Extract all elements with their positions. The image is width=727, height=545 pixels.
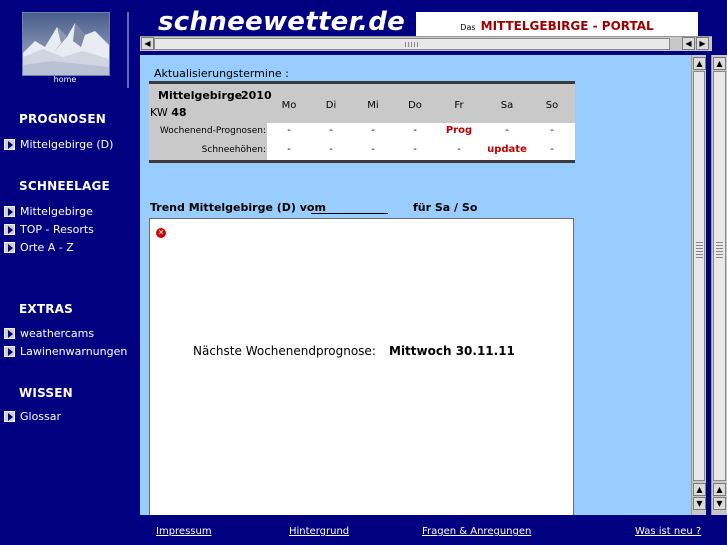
schedule-cell: -	[329, 144, 333, 155]
vertical-scroll-thumb[interactable]	[693, 71, 705, 481]
triangle-right-icon	[4, 410, 15, 422]
sidebar-item-weathercams[interactable]: weathercams	[4, 326, 94, 340]
triangle-right-icon	[4, 327, 15, 339]
sidebar-item-label: weathercams	[20, 326, 95, 340]
scroll-down-icon[interactable]: ▼	[693, 497, 706, 510]
footer-link-hintergrund[interactable]: Hintergrund	[289, 526, 349, 537]
day-header-do: Do	[408, 100, 422, 111]
portal-banner: Das MITTELGEBIRGE - PORTAL	[416, 12, 698, 36]
calendar-week-label: KW	[150, 106, 168, 119]
schedule-cell: -	[550, 125, 554, 136]
portal-title: MITTELGEBIRGE - PORTAL	[480, 19, 654, 33]
scroll-left-icon[interactable]: ◀	[682, 37, 695, 50]
schedule-cell: -	[505, 125, 509, 136]
footer-link-impressum[interactable]: Impressum	[156, 526, 212, 537]
scroll-up-icon[interactable]: ▲	[713, 57, 726, 70]
schedule-cell: -	[413, 125, 417, 136]
horizontal-scroll-thumb[interactable]	[154, 38, 670, 50]
schedule-cell: -	[413, 144, 417, 155]
home-mountain-image[interactable]	[22, 12, 110, 76]
update-link[interactable]: update	[485, 144, 529, 155]
footer: Impressum Hintergrund Fragen & Anregunge…	[140, 517, 727, 545]
update-schedule-table: Mittelgebirge 2010 KW 48 Mo Di Mi Do Fr …	[149, 81, 575, 163]
triangle-right-icon	[4, 138, 15, 150]
trend-date-blank	[311, 213, 388, 214]
sidebar-item-label: Glossar	[20, 409, 62, 423]
triangle-right-icon	[4, 345, 15, 357]
prog-link[interactable]: Prog	[437, 125, 481, 136]
sidebar-item-mittelgebirge-d[interactable]: Mittelgebirge (D)	[4, 137, 113, 151]
window-vertical-scrollbar[interactable]: ▲ ▲ ▼	[711, 55, 727, 515]
mountain-photo-icon	[23, 13, 109, 75]
scroll-down-icon[interactable]: ▼	[713, 497, 726, 510]
trend-panel: ✕ Nächste Wochenendprognose: Mittwoch 30…	[149, 218, 574, 515]
grip-icon	[696, 242, 703, 258]
row-label-wochenend-prognosen: Wochenend-Prognosen:	[159, 126, 266, 136]
logo-divider	[127, 12, 129, 88]
sidebar: home PROGNOSEN Mittelgebirge (D) SCHNEEL…	[0, 0, 139, 545]
day-header-sa: Sa	[500, 100, 514, 111]
day-header-so: So	[545, 100, 559, 111]
footer-link-fragen-anregungen[interactable]: Fragen & Anregungen	[422, 526, 531, 537]
trend-weekend-label: für Sa / So	[413, 201, 478, 214]
vertical-scroll-thumb[interactable]	[713, 71, 726, 481]
trend-title: Trend Mittelgebirge (D) vom	[150, 201, 326, 214]
schedule-cell: -	[329, 125, 333, 136]
sidebar-item-label: Lawinenwarnungen	[20, 344, 128, 358]
schedule-cell: -	[371, 144, 375, 155]
next-forecast-label: Nächste Wochenendprognose:	[193, 344, 376, 358]
schedule-cell: -	[457, 144, 461, 155]
section-title-extras: EXTRAS	[19, 302, 74, 316]
calendar-week: KW 48	[150, 106, 187, 119]
sidebar-item-top-resorts[interactable]: TOP - Resorts	[4, 222, 94, 236]
footer-link-was-ist-neu[interactable]: Was ist neu ?	[635, 526, 701, 537]
schedule-cell: -	[550, 144, 554, 155]
triangle-right-icon	[4, 205, 15, 217]
row-label-schneehoehen: Schneehöhen:	[201, 145, 266, 155]
schedule-region: Mittelgebirge	[158, 89, 243, 102]
portal-prefix: Das	[460, 23, 476, 32]
next-forecast-date: Mittwoch 30.11.11	[389, 344, 515, 358]
grip-icon	[405, 42, 419, 47]
sidebar-item-label: Mittelgebirge (D)	[20, 137, 114, 151]
section-title-wissen: WISSEN	[19, 386, 73, 400]
day-header-mo: Mo	[281, 100, 297, 111]
site-title[interactable]: schneewetter.de	[158, 7, 405, 37]
triangle-right-icon	[4, 241, 15, 253]
sidebar-item-lawinenwarnungen[interactable]: Lawinenwarnungen	[4, 344, 127, 358]
scroll-up-icon[interactable]: ▲	[713, 483, 726, 496]
day-header-fr: Fr	[454, 100, 464, 111]
sidebar-item-label: TOP - Resorts	[20, 222, 94, 236]
sidebar-item-mittelgebirge[interactable]: Mittelgebirge	[4, 204, 93, 218]
sidebar-item-glossar[interactable]: Glossar	[4, 409, 61, 423]
header-horizontal-scrollbar[interactable]: ◀ ◀ ▶	[140, 36, 712, 51]
day-header-mi: Mi	[367, 100, 379, 111]
scroll-up-icon[interactable]: ▲	[693, 57, 706, 70]
sidebar-item-label: Mittelgebirge	[20, 204, 93, 218]
triangle-right-icon	[4, 223, 15, 235]
scroll-right-icon[interactable]: ▶	[696, 37, 709, 50]
content-vertical-scrollbar[interactable]: ▲ ▲ ▼	[691, 55, 706, 515]
update-schedule-caption: Aktualisierungstermine :	[154, 67, 289, 80]
calendar-week-value: 48	[171, 106, 187, 119]
main-content: Aktualisierungstermine : Mittelgebirge 2…	[140, 55, 691, 515]
home-link[interactable]: home	[0, 75, 130, 84]
broken-image-icon: ✕	[156, 228, 166, 238]
scroll-left-icon[interactable]: ◀	[141, 37, 154, 50]
day-header-di: Di	[325, 100, 337, 111]
scroll-up-icon[interactable]: ▲	[693, 483, 706, 496]
portal-heading: Das MITTELGEBIRGE - PORTAL	[416, 15, 698, 34]
grip-icon	[716, 242, 723, 258]
divider	[149, 160, 575, 163]
schedule-cell: -	[287, 144, 291, 155]
schedule-cell: -	[371, 125, 375, 136]
section-title-schneelage: SCHNEELAGE	[19, 179, 110, 193]
divider	[149, 81, 575, 84]
schedule-cell: -	[287, 125, 291, 136]
sidebar-item-orte-a-z[interactable]: Orte A - Z	[4, 240, 74, 254]
section-title-prognosen: PROGNOSEN	[19, 112, 107, 126]
sidebar-item-label: Orte A - Z	[20, 240, 74, 254]
